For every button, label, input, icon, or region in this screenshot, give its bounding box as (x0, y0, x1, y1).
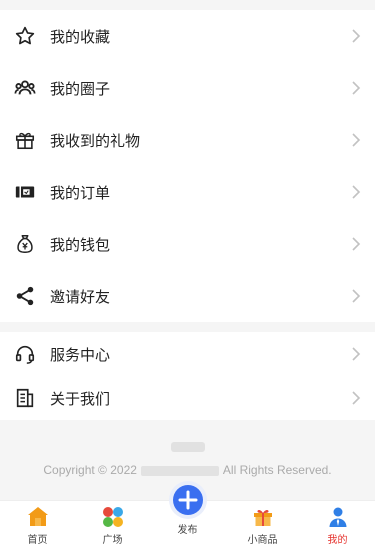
menu-item-invite[interactable]: 邀请好友 (0, 270, 375, 322)
menu-item-gifts[interactable]: 我收到的礼物 (0, 114, 375, 166)
tab-plaza[interactable]: 广场 (75, 501, 150, 550)
bottom-tab-bar: 首页 广场 发布 小商品 我的 (0, 481, 375, 550)
gift-box-icon (251, 505, 275, 529)
menu-label: 我的圈子 (50, 80, 111, 98)
blurred-logo (170, 442, 205, 452)
tab-home[interactable]: 首页 (0, 501, 75, 550)
chevron-right-icon (351, 184, 361, 200)
menu-item-orders[interactable]: 我的订单 (0, 166, 375, 218)
share-icon (14, 285, 36, 307)
tab-label: 首页 (27, 535, 48, 546)
menu-label: 我的收藏 (50, 28, 111, 46)
document-icon (14, 387, 36, 409)
tab-mine[interactable]: 我的 (300, 501, 375, 550)
primary-menu: 我的收藏 我的圈子 我收到的礼物 我的订单 我的钱包 邀请好友 (0, 10, 375, 322)
chevron-right-icon (351, 28, 361, 44)
group-icon (14, 77, 36, 99)
menu-label: 邀请好友 (50, 288, 111, 306)
user-icon (326, 505, 350, 529)
gift-icon (14, 129, 36, 151)
menu-label: 我收到的礼物 (50, 132, 141, 150)
menu-label: 我的钱包 (50, 236, 111, 254)
chevron-right-icon (351, 346, 361, 362)
copyright-text: Copyright © 2022 All Rights Reserved. (0, 463, 375, 477)
menu-item-favorites[interactable]: 我的收藏 (0, 10, 375, 62)
menu-label: 服务中心 (50, 346, 111, 364)
tab-label: 小商品 (247, 535, 278, 546)
ticket-icon (14, 181, 36, 203)
tab-label: 广场 (102, 535, 123, 546)
tab-label: 发布 (177, 525, 198, 536)
star-icon (14, 25, 36, 47)
copyright-suffix: All Rights Reserved. (222, 463, 332, 477)
menu-label: 关于我们 (50, 390, 111, 408)
chevron-right-icon (351, 80, 361, 96)
home-icon (26, 505, 50, 529)
chevron-right-icon (351, 236, 361, 252)
top-spacer (0, 0, 375, 10)
secondary-menu: 服务中心 关于我们 (0, 332, 375, 420)
chevron-right-icon (351, 288, 361, 304)
plus-circle-icon (168, 480, 208, 520)
tab-label: 我的 (327, 535, 348, 546)
menu-item-wallet[interactable]: 我的钱包 (0, 218, 375, 270)
menu-item-service[interactable]: 服务中心 (0, 332, 375, 376)
menu-item-circles[interactable]: 我的圈子 (0, 62, 375, 114)
menu-label: 我的订单 (50, 184, 111, 202)
money-bag-icon (14, 233, 36, 255)
menu-item-about[interactable]: 关于我们 (0, 376, 375, 420)
plaza-icon (101, 505, 125, 529)
redacted-company-name (140, 465, 219, 476)
headset-icon (14, 343, 36, 365)
copyright-prefix: Copyright © 2022 (43, 463, 137, 477)
chevron-right-icon (351, 132, 361, 148)
tab-mall[interactable]: 小商品 (225, 501, 300, 550)
chevron-right-icon (351, 390, 361, 406)
tab-publish[interactable]: 发布 (150, 481, 225, 550)
